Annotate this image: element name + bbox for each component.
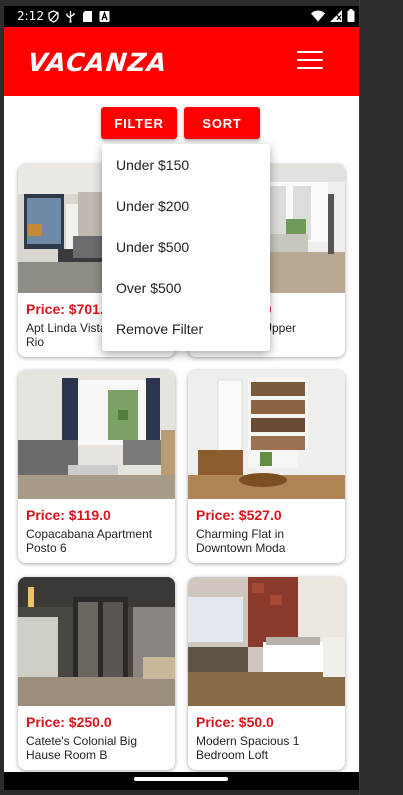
phone-screen: 2:12 VACANZA FILTER SORT Price: $701.0 A… [4, 6, 359, 790]
home-gesture-bar[interactable] [134, 777, 228, 781]
listing-title: Copacabana Apartment Posto 6 [26, 527, 153, 555]
app-bar: VACANZA [4, 27, 359, 96]
system-nav-bar [4, 772, 359, 790]
listing-card[interactable]: Price: $250.0 Catete's Colonial Big Haus… [18, 577, 175, 770]
filter-option-under-200[interactable]: Under $200 [102, 185, 270, 226]
device-frame [359, 0, 403, 795]
listing-price: Price: $50.0 [196, 714, 274, 730]
listing-price: Price: $527.0 [196, 507, 282, 523]
listing-price: Price: $250.0 [26, 714, 112, 730]
status-bar: 2:12 [4, 6, 359, 27]
listing-price: Price: $701.0 [26, 301, 112, 317]
listing-title: Charming Flat in Downtown Moda [196, 527, 286, 555]
usb-icon [65, 10, 76, 23]
listing-title: Catete's Colonial Big Hause Room B [26, 734, 138, 762]
signal-icon [330, 9, 342, 25]
sort-button[interactable]: SORT [184, 107, 260, 139]
filter-button[interactable]: FILTER [101, 107, 177, 139]
hamburger-menu-icon[interactable] [297, 51, 323, 71]
listing-photo [18, 370, 175, 499]
wifi-icon [311, 10, 325, 25]
a-icon [99, 10, 110, 23]
filter-option-remove[interactable]: Remove Filter [102, 308, 270, 349]
listing-price: Price: $119.0 [26, 507, 111, 523]
app-logo: VACANZA [26, 48, 169, 77]
battery-icon [347, 9, 355, 25]
filter-dropdown-menu: Under $150 Under $200 Under $500 Over $5… [102, 144, 270, 351]
filter-option-under-150[interactable]: Under $150 [102, 144, 270, 185]
listing-card[interactable]: Price: $527.0 Charming Flat in Downtown … [188, 370, 345, 563]
listing-title: Modern Spacious 1 Bedroom Loft [196, 734, 300, 762]
filter-option-over-500[interactable]: Over $500 [102, 267, 270, 308]
listing-photo [188, 577, 345, 706]
listing-photo [188, 370, 345, 499]
listing-card[interactable]: Price: $119.0 Copacabana Apartment Posto… [18, 370, 175, 563]
filter-option-under-500[interactable]: Under $500 [102, 226, 270, 267]
status-time: 2:12 [17, 9, 44, 23]
sd-card-icon [82, 10, 93, 23]
shield-icon [48, 10, 59, 23]
listing-card[interactable]: Price: $50.0 Modern Spacious 1 Bedroom L… [188, 577, 345, 770]
listing-photo [18, 577, 175, 706]
